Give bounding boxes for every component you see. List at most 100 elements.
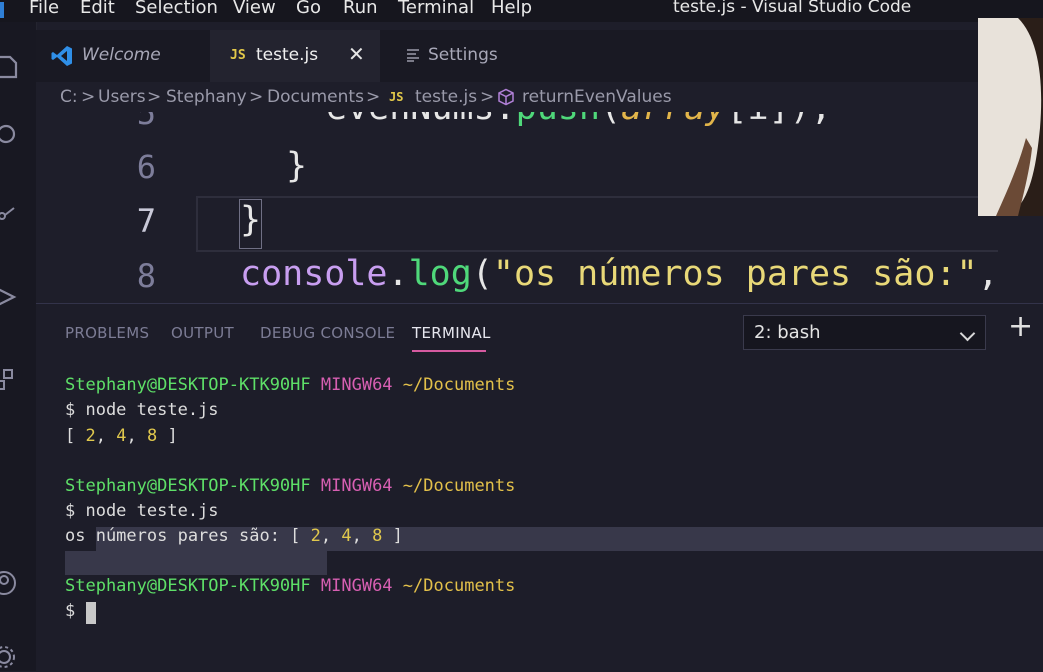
current-line-highlight — [196, 196, 998, 252]
breadcrumb-separator: > — [147, 87, 162, 107]
text-selection — [65, 551, 327, 575]
terminal-prompt-line: Stephany@DESKTOP-KTK90HF MINGW64 ~/Docum… — [65, 476, 515, 496]
vscode-icon — [51, 46, 72, 66]
menu-run[interactable]: Run — [343, 0, 378, 18]
panel-tab-problems[interactable]: PROBLEMS — [65, 324, 149, 342]
window-title: teste.js - Visual Studio Code — [673, 0, 912, 17]
terminal-input-prompt[interactable]: $ — [65, 601, 75, 621]
menu-selection[interactable]: Selection — [135, 0, 218, 18]
js-file-icon: JS — [230, 48, 246, 63]
code-token: ( — [471, 254, 493, 294]
panel-tab-debug-console[interactable]: DEBUG CONSOLE — [260, 324, 395, 342]
code-editor[interactable]: 5 6 7 8 evenNums.push(array[i]); } } con… — [36, 112, 1043, 303]
terminal-path: ~/Documents — [402, 375, 516, 395]
breadcrumb-separator: > — [480, 87, 495, 107]
breadcrumb-separator: > — [249, 87, 264, 107]
menu-view[interactable]: View — [233, 0, 276, 18]
terminal-system: MINGW64 — [320, 476, 393, 496]
terminal-output: os números pares são: [ 2, 4, 8 ] — [65, 526, 403, 546]
breadcrumb-users[interactable]: Users — [98, 87, 146, 107]
code-line-6: } — [286, 146, 308, 186]
line-number: 7 — [136, 202, 156, 240]
tab-teste-js[interactable]: JS teste.js ✕ — [210, 30, 380, 82]
code-token: . — [495, 112, 516, 128]
output-token: , — [320, 526, 342, 546]
extensions-icon[interactable] — [0, 367, 20, 393]
output-token: [ — [65, 426, 86, 446]
menu-help[interactable]: Help — [491, 0, 532, 18]
output-token: , — [126, 426, 147, 446]
output-token: ] — [157, 426, 178, 446]
terminal-prompt-line: Stephany@DESKTOP-KTK90HF MINGW64 ~/Docum… — [65, 576, 515, 596]
line-number: 8 — [136, 257, 156, 295]
tab-welcome-label: Welcome — [82, 45, 161, 65]
menu-file[interactable]: File — [29, 0, 59, 18]
terminal-user-host: Stephany@DESKTOP-KTK90HF — [65, 476, 311, 496]
output-number: 8 — [372, 526, 383, 546]
terminal-path: ~/Documents — [402, 576, 516, 596]
new-terminal-button[interactable]: + — [1008, 312, 1033, 342]
terminal-command: $ node teste.js — [65, 400, 219, 420]
chevron-down-icon — [959, 325, 976, 342]
close-icon[interactable]: ✕ — [348, 42, 365, 66]
output-number: 2 — [310, 526, 321, 546]
code-token: , — [977, 254, 999, 294]
breadcrumb-symbol[interactable]: returnEvenValues — [522, 87, 672, 107]
breadcrumb-separator: > — [366, 87, 381, 107]
code-line-8: console.log("os números pares são:", — [240, 254, 999, 294]
breadcrumb-separator: > — [81, 87, 96, 107]
search-icon[interactable] — [0, 122, 20, 148]
code-line-5: evenNums.push(array[i]); — [326, 112, 832, 128]
line-number: 5 — [136, 112, 156, 132]
code-token: push — [516, 112, 600, 128]
code-token: [i]); — [726, 112, 831, 128]
presenter-photo — [978, 18, 1043, 216]
terminal-system: MINGW64 — [320, 375, 393, 395]
terminal-select[interactable]: 2: bash — [743, 315, 986, 350]
terminal-user-host: Stephany@DESKTOP-KTK90HF — [65, 375, 311, 395]
code-token: ( — [600, 112, 621, 128]
settings-gear-icon[interactable] — [0, 644, 20, 670]
output-number: 2 — [85, 426, 96, 446]
breadcrumb-documents[interactable]: Documents — [267, 87, 364, 107]
code-token: array — [621, 112, 726, 128]
account-icon[interactable] — [0, 570, 20, 596]
explorer-icon[interactable] — [0, 54, 20, 80]
terminal-system: MINGW64 — [320, 576, 393, 596]
activity-bar — [0, 22, 37, 671]
terminal-command: $ node teste.js — [65, 501, 219, 521]
vscode-logo-icon — [0, 2, 4, 18]
terminal-path: ~/Documents — [402, 476, 516, 496]
terminal-cursor — [86, 602, 96, 624]
terminal-user-host: Stephany@DESKTOP-KTK90HF — [65, 576, 311, 596]
menu-edit[interactable]: Edit — [80, 0, 115, 18]
breadcrumb: C: > Users > Stephany > Documents > JS t… — [36, 82, 978, 112]
breadcrumb-stephany[interactable]: Stephany — [166, 87, 247, 107]
settings-list-icon — [407, 49, 419, 62]
code-token: log — [408, 254, 472, 294]
panel-tab-terminal[interactable]: TERMINAL — [412, 324, 491, 342]
breadcrumb-file[interactable]: teste.js — [415, 87, 477, 107]
tab-welcome[interactable]: Welcome — [36, 30, 210, 82]
output-token: , — [351, 526, 373, 546]
source-control-icon[interactable] — [0, 200, 20, 226]
output-number: 4 — [116, 426, 127, 446]
output-number: 4 — [341, 526, 352, 546]
code-token: . — [387, 254, 409, 294]
breadcrumb-drive[interactable]: C: — [60, 87, 78, 107]
tab-teste-js-label: teste.js — [256, 45, 319, 65]
terminal-output: [ 2, 4, 8 ] — [65, 426, 178, 446]
tab-settings[interactable]: Settings — [380, 30, 554, 82]
method-cube-icon — [498, 88, 514, 106]
output-token: ] — [382, 526, 403, 546]
menu-terminal[interactable]: Terminal — [398, 0, 474, 18]
code-token: evenNums — [326, 112, 495, 128]
code-token: console — [240, 254, 388, 294]
panel-tab-output[interactable]: OUTPUT — [171, 324, 234, 342]
terminal-prompt-line: Stephany@DESKTOP-KTK90HF MINGW64 ~/Docum… — [65, 375, 515, 395]
run-debug-icon[interactable] — [0, 284, 20, 310]
output-number: 8 — [146, 426, 158, 446]
menu-go[interactable]: Go — [296, 0, 321, 18]
output-token: [ — [290, 526, 311, 546]
code-line-7: } — [240, 200, 262, 240]
